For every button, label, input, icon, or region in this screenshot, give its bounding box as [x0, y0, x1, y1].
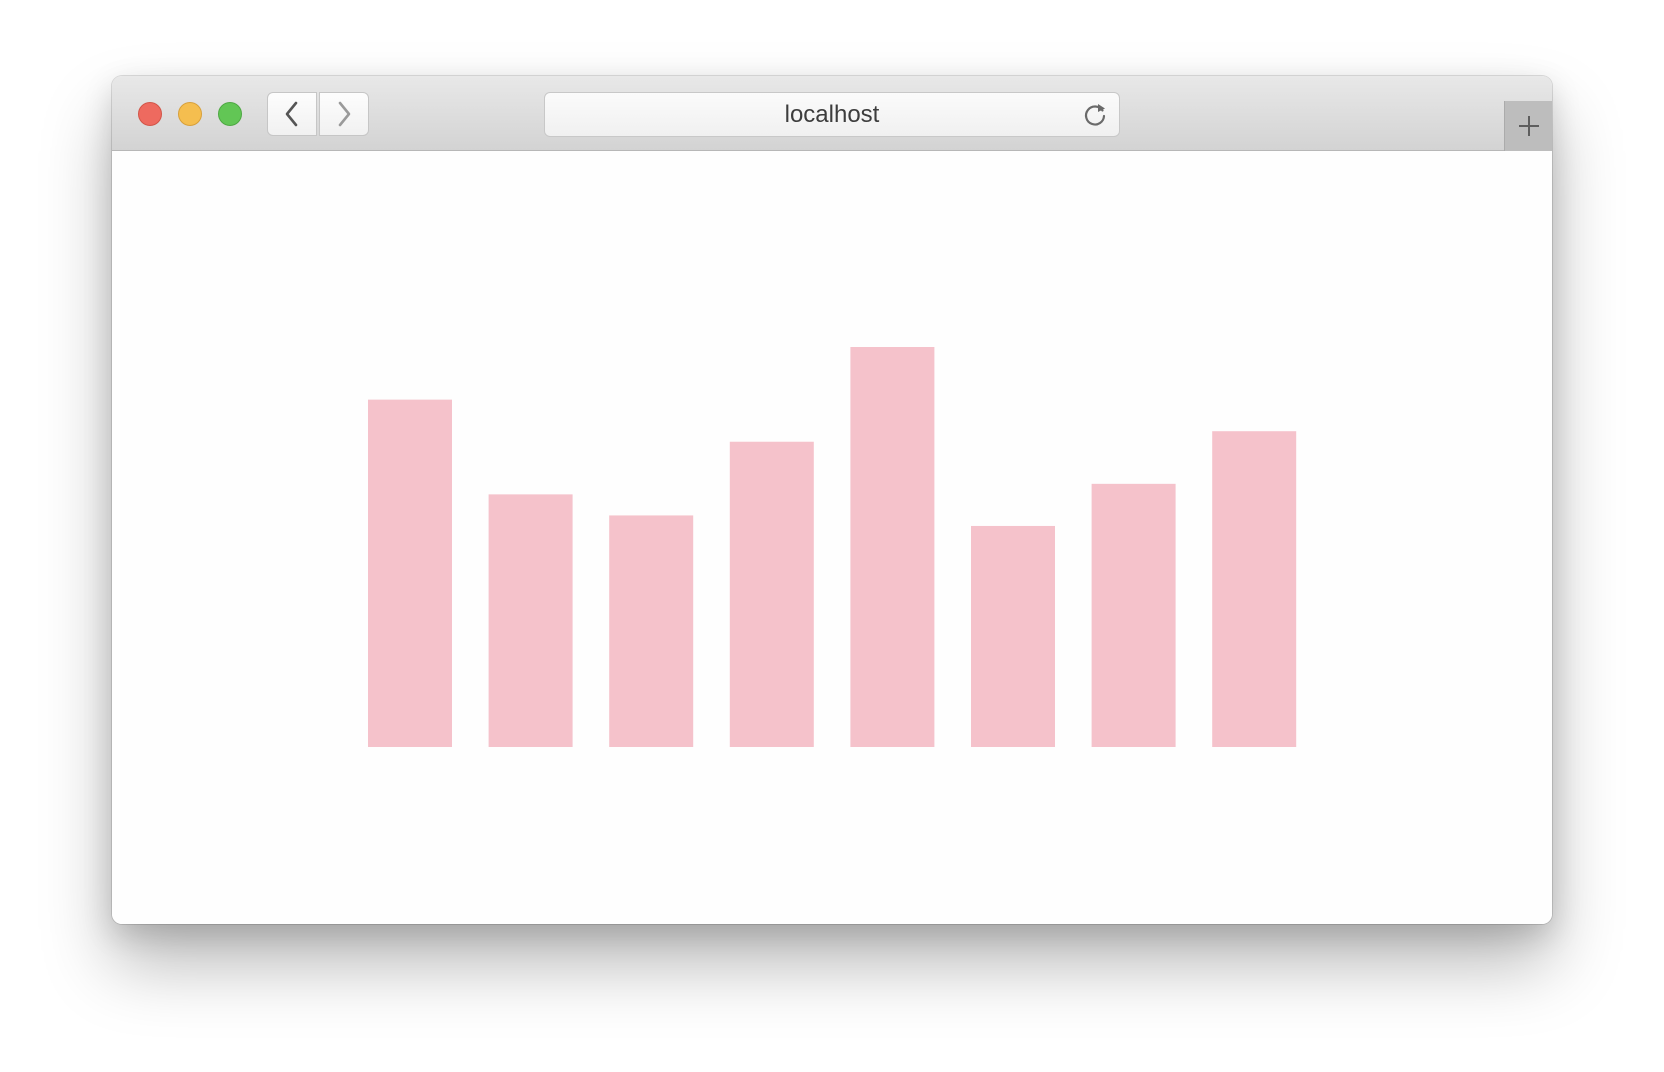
close-window-button[interactable]	[138, 102, 162, 126]
back-button[interactable]	[267, 92, 317, 136]
chevron-right-icon	[338, 101, 351, 127]
new-tab-button[interactable]	[1504, 101, 1552, 151]
bar-1	[368, 399, 452, 747]
title-bar: localhost	[112, 76, 1552, 151]
bar-7	[1091, 483, 1176, 747]
bar-8	[1212, 431, 1297, 747]
bar-chart	[368, 347, 1297, 747]
bar-3	[609, 515, 694, 747]
plus-icon	[1518, 116, 1539, 136]
bar-5	[850, 347, 935, 747]
address-text: localhost	[784, 101, 880, 128]
page-content	[112, 151, 1552, 924]
bar-4	[729, 441, 814, 747]
maximize-window-button[interactable]	[218, 102, 242, 126]
chevron-left-icon	[285, 101, 298, 127]
bar-6	[971, 525, 1055, 747]
reload-icon[interactable]	[1081, 101, 1109, 129]
address-bar[interactable]: localhost	[544, 92, 1120, 137]
browser-window: localhost	[112, 76, 1552, 924]
forward-button[interactable]	[319, 92, 369, 136]
minimize-window-button[interactable]	[178, 102, 202, 126]
bar-2	[488, 494, 573, 747]
